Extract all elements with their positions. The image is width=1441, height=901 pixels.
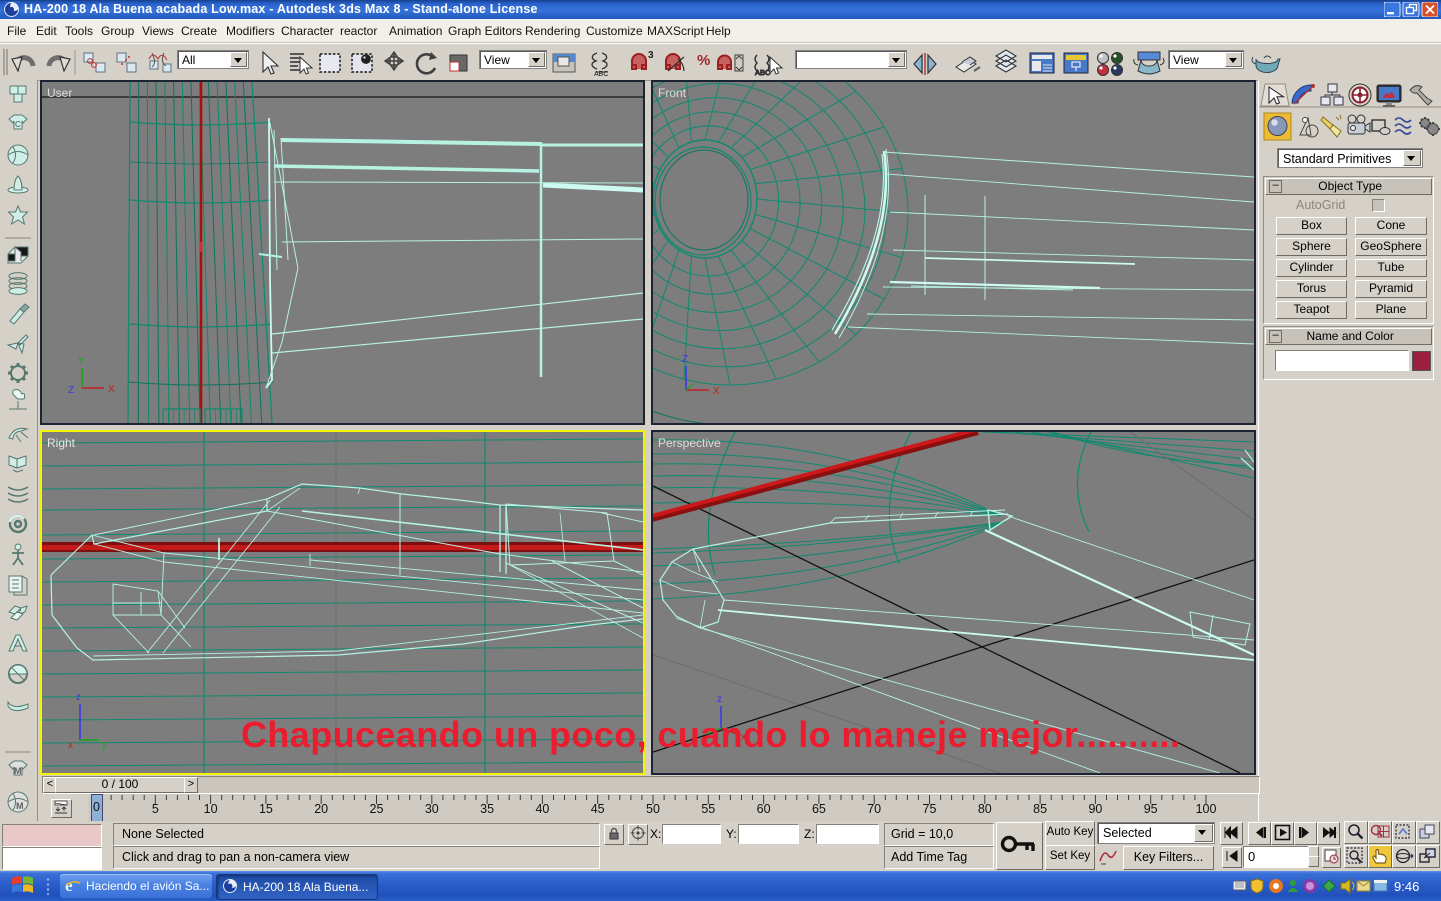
svg-text:45: 45	[591, 802, 605, 816]
svg-text:y: y	[102, 740, 107, 751]
svg-text:M: M	[16, 801, 24, 811]
svg-text:20: 20	[314, 802, 328, 816]
svg-text:ABC: ABC	[594, 71, 608, 78]
svg-text:3: 3	[648, 50, 654, 61]
svg-text:C: C	[15, 120, 21, 129]
svg-text:25: 25	[370, 802, 384, 816]
svg-text:z: z	[76, 692, 81, 703]
svg-text:5: 5	[152, 802, 159, 816]
svg-text:30: 30	[425, 802, 439, 816]
svg-text:100: 100	[1196, 802, 1217, 816]
svg-text:35: 35	[480, 802, 494, 816]
svg-text:%: %	[697, 52, 710, 69]
svg-text:X: X	[108, 384, 115, 395]
svg-text:x: x	[68, 740, 73, 751]
svg-text:Y: Y	[78, 356, 85, 367]
svg-text:85: 85	[1033, 802, 1047, 816]
svg-text:70: 70	[867, 802, 881, 816]
svg-text:80: 80	[978, 802, 992, 816]
svg-text:75: 75	[923, 802, 937, 816]
svg-text:ABC: ABC	[755, 68, 771, 77]
svg-text:40: 40	[535, 802, 549, 816]
svg-text:M: M	[14, 766, 22, 776]
svg-text:55: 55	[701, 802, 715, 816]
svg-text:65: 65	[812, 802, 826, 816]
svg-text:15: 15	[259, 802, 273, 816]
svg-text:50: 50	[646, 802, 660, 816]
svg-text:10: 10	[204, 802, 218, 816]
svg-text:95: 95	[1144, 802, 1158, 816]
svg-text:60: 60	[757, 802, 771, 816]
svg-text:Z: Z	[682, 354, 688, 365]
svg-text:z: z	[717, 694, 722, 705]
svg-text:90: 90	[1088, 802, 1102, 816]
svg-text:X: X	[713, 386, 720, 397]
svg-text:Z: Z	[68, 385, 74, 396]
